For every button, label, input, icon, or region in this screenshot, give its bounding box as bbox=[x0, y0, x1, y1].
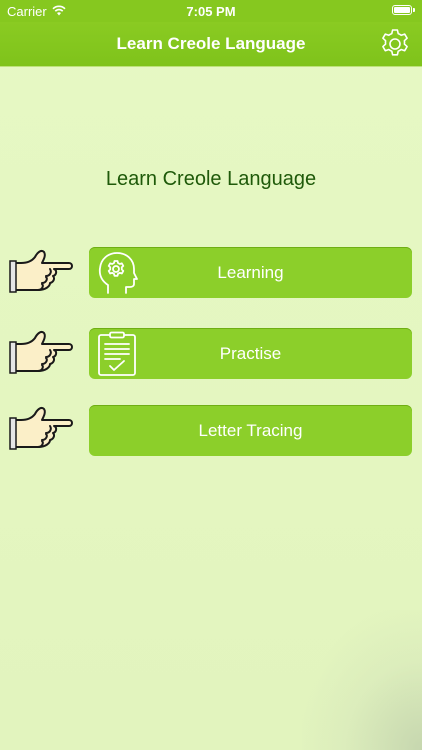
practise-label: Practise bbox=[219, 344, 282, 363]
letter-tracing-label: Letter Tracing bbox=[198, 421, 303, 440]
battery-icon bbox=[392, 5, 415, 15]
learning-button[interactable]: Learning bbox=[89, 247, 412, 298]
page-title: Learn Creole Language bbox=[105, 168, 317, 190]
learning-label: Learning bbox=[217, 263, 284, 282]
gear-icon[interactable] bbox=[378, 27, 412, 61]
letter-tracing-button[interactable]: Letter Tracing bbox=[89, 405, 412, 456]
clock: 7:05 PM bbox=[186, 4, 236, 19]
pointing-hand-icon bbox=[9, 406, 73, 450]
status-bar: Carrier 7:05 PM bbox=[0, 0, 422, 22]
nav-title: Learn Creole Language bbox=[116, 34, 306, 53]
pointing-hand-icon bbox=[9, 330, 73, 374]
background-shade bbox=[302, 610, 422, 750]
nav-bar: Learn Creole Language bbox=[0, 22, 422, 66]
pointing-hand-icon bbox=[9, 249, 73, 293]
practise-button[interactable]: Practise bbox=[89, 328, 412, 379]
